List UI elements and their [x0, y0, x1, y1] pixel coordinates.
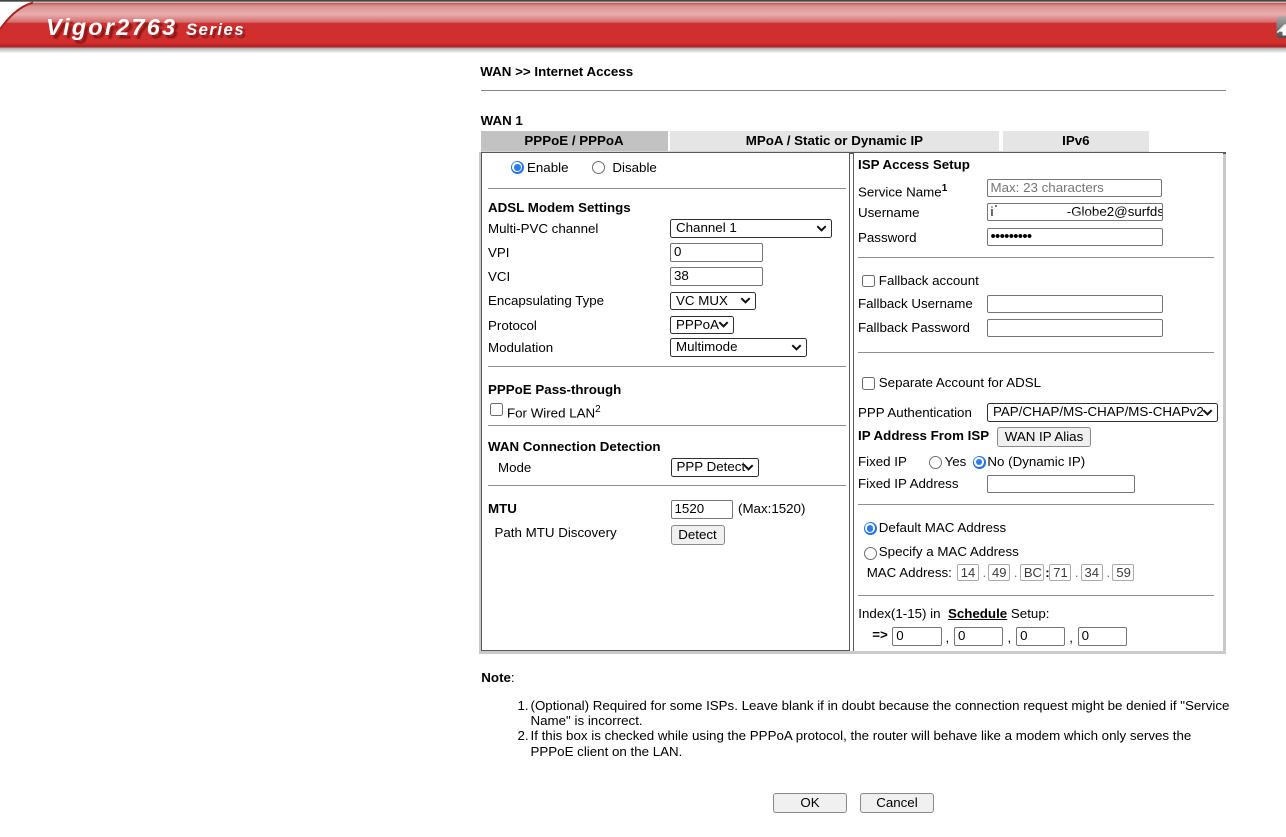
svg-text:Vigor2763: Vigor2763	[46, 14, 177, 40]
svg-text:Series: Series	[186, 20, 245, 39]
